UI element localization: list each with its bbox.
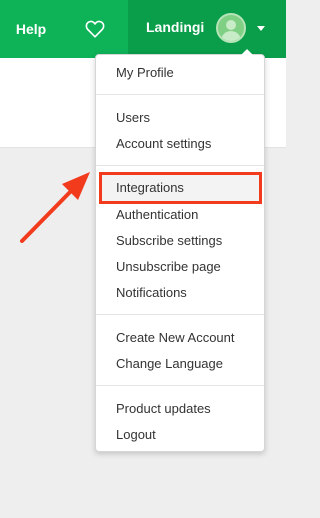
menu-item-authentication[interactable]: Authentication bbox=[116, 207, 198, 223]
menu-item-integrations[interactable]: Integrations bbox=[116, 180, 184, 196]
heart-icon bbox=[85, 20, 105, 38]
dropdown-notch bbox=[241, 49, 253, 55]
menu-divider bbox=[96, 94, 264, 95]
menu-divider bbox=[96, 314, 264, 315]
menu-item-notifications[interactable]: Notifications bbox=[116, 285, 187, 301]
menu-item-users[interactable]: Users bbox=[116, 110, 150, 126]
user-avatar bbox=[216, 13, 246, 43]
menu-item-my-profile[interactable]: My Profile bbox=[116, 65, 174, 81]
menu-divider bbox=[96, 385, 264, 386]
avatar-head bbox=[226, 20, 236, 30]
help-link[interactable]: Help bbox=[0, 0, 62, 58]
caret-down-icon bbox=[257, 26, 265, 31]
menu-item-subscribe-settings[interactable]: Subscribe settings bbox=[116, 233, 222, 249]
menu-item-product-updates[interactable]: Product updates bbox=[116, 401, 211, 417]
menu-item-create-new-account[interactable]: Create New Account bbox=[116, 330, 235, 346]
help-label: Help bbox=[15, 21, 47, 37]
user-dropdown-menu: My Profile Users Account settings Integr… bbox=[95, 49, 265, 452]
annotation-arrow-icon bbox=[20, 172, 90, 243]
user-menu-toggle[interactable]: Landingi bbox=[128, 0, 286, 58]
username-label: Landingi bbox=[146, 19, 205, 35]
menu-item-account-settings[interactable]: Account settings bbox=[116, 136, 211, 152]
menu-item-unsubscribe-page[interactable]: Unsubscribe page bbox=[116, 259, 221, 275]
menu-divider bbox=[96, 165, 264, 166]
menu-item-logout[interactable]: Logout bbox=[116, 427, 156, 443]
favorites-button[interactable] bbox=[62, 0, 128, 58]
avatar-body bbox=[221, 31, 241, 41]
menu-item-change-language[interactable]: Change Language bbox=[116, 356, 223, 372]
